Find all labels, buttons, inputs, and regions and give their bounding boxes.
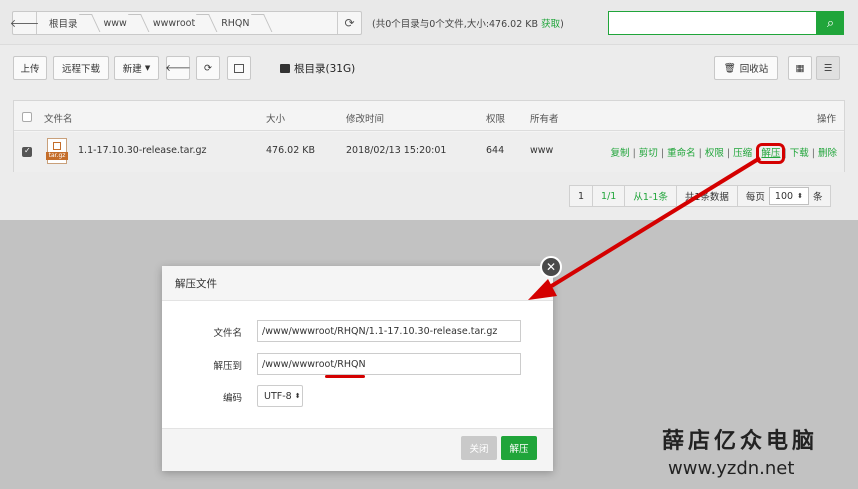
- crumb-wwwroot[interactable]: wwwroot: [141, 12, 209, 34]
- close-button[interactable]: 关闭: [461, 436, 497, 460]
- hdd-icon: [280, 64, 290, 73]
- encoding-value: UTF-8: [264, 390, 292, 402]
- file-perm[interactable]: 644: [486, 145, 504, 156]
- op-sep: |: [811, 148, 815, 159]
- page-range: 从1-1条: [624, 185, 677, 207]
- pagination: 1 1/1 从1-1条 共1条数据 每页 100 ⬍ 条: [569, 185, 832, 207]
- disk-label-text: 根目录(31G): [294, 63, 356, 75]
- per-page-select[interactable]: 100 ⬍: [768, 187, 809, 205]
- terminal-icon[interactable]: [227, 56, 251, 80]
- col-perm: 权限: [486, 114, 506, 125]
- grid-view-icon[interactable]: ▦: [788, 56, 812, 80]
- refresh-list-icon[interactable]: ⟳: [196, 56, 220, 80]
- file-name[interactable]: 1.1-17.10.30-release.tar.gz: [78, 145, 207, 156]
- op-sep: |: [783, 148, 787, 159]
- table-header: 文件名 大小 修改时间 权限 所有者 操作: [14, 101, 844, 131]
- op-sep: |: [755, 148, 759, 159]
- per-page-unit: 条: [812, 192, 823, 203]
- dest-label: 解压到: [213, 361, 242, 372]
- stepper-icon: ⬍: [797, 192, 803, 200]
- file-type-tag: tar.gz: [46, 152, 68, 160]
- disk-label: 根目录(31G): [280, 61, 355, 76]
- op-sep: |: [632, 148, 636, 159]
- stepper-icon: ⬍: [294, 392, 301, 400]
- watermark-url: www.yzdn.net: [668, 458, 795, 479]
- dir-info-text: (共0个目录与0个文件,大小:476.02 KB: [372, 19, 539, 30]
- encoding-label: 编码: [222, 393, 242, 404]
- col-mtime[interactable]: 修改时间: [346, 111, 384, 125]
- per-page: 每页 100 ⬍ 条: [736, 185, 832, 207]
- list-view-icon[interactable]: ☰: [816, 56, 840, 80]
- file-size: 476.02 KB: [266, 145, 316, 156]
- watermark-name: 薛店亿众电脑: [662, 428, 819, 454]
- per-page-label: 每页: [745, 192, 765, 203]
- dir-info: (共0个目录与0个文件,大小:476.02 KB 获取): [372, 16, 564, 30]
- select-all-checkbox[interactable]: [22, 112, 32, 122]
- col-name[interactable]: 文件名: [44, 111, 73, 125]
- op-sep: |: [698, 148, 702, 159]
- filename-field[interactable]: [257, 320, 521, 342]
- op-delete[interactable]: 删除: [818, 148, 837, 159]
- divider: [0, 44, 858, 45]
- file-owner: www: [530, 145, 554, 156]
- per-page-value: 100: [774, 190, 794, 202]
- back-icon[interactable]: 🡐: [165, 56, 191, 80]
- get-size-link[interactable]: 获取: [541, 19, 560, 30]
- crumb-www[interactable]: www: [92, 12, 141, 34]
- refresh-icon[interactable]: ⟳: [337, 12, 361, 34]
- close-icon[interactable]: ✕: [540, 256, 562, 278]
- op-cut[interactable]: 剪切: [639, 148, 658, 159]
- search-icon[interactable]: ⌕: [817, 11, 844, 35]
- filename-label: 文件名: [213, 328, 242, 339]
- op-compress[interactable]: 压缩: [733, 148, 752, 159]
- table-row[interactable]: tar.gz 1.1-17.10.30-release.tar.gz 476.0…: [14, 132, 844, 172]
- back-arrow-icon[interactable]: 🡐: [10, 12, 39, 34]
- op-perm[interactable]: 权限: [705, 148, 724, 159]
- caret-down-icon: ▼: [144, 64, 151, 72]
- row-checkbox[interactable]: [22, 146, 32, 157]
- page-count: 1/1: [592, 185, 626, 207]
- crumb-rhqn[interactable]: RHQN: [209, 12, 263, 34]
- op-extract[interactable]: 解压: [756, 143, 786, 164]
- op-download[interactable]: 下载: [790, 148, 809, 159]
- col-size[interactable]: 大小: [266, 111, 285, 125]
- col-ops: 操作: [816, 114, 836, 125]
- new-label: 新建: [122, 64, 142, 75]
- breadcrumb: 🡐 根目录 www wwwroot RHQN ⟳: [10, 11, 362, 35]
- crumb-root[interactable]: 根目录: [37, 12, 92, 34]
- dest-field[interactable]: [257, 353, 521, 375]
- row-actions: 复制 | 剪切 | 重命名 | 权限 | 压缩 | 解压 | 下载 | 删除: [611, 143, 837, 164]
- extract-button[interactable]: 解压: [501, 436, 537, 460]
- archive-file-icon: tar.gz: [46, 138, 68, 164]
- page-total: 共1条数据: [675, 185, 738, 207]
- col-owner: 所有者: [530, 114, 559, 125]
- recycle-bin-button[interactable]: 🗑 回收站: [714, 56, 778, 80]
- op-sep: |: [726, 148, 731, 159]
- trash-icon: 🗑: [723, 62, 736, 74]
- file-table: 文件名 大小 修改时间 权限 所有者 操作 tar.gz 1.1-17.10.3…: [13, 100, 845, 172]
- upload-button[interactable]: 上传: [13, 56, 47, 80]
- annotation-underline: [325, 375, 365, 378]
- op-sep: |: [660, 148, 665, 159]
- dialog-title: 解压文件: [162, 266, 553, 301]
- search-input[interactable]: [608, 11, 817, 35]
- encoding-select[interactable]: UTF-8 ⬍: [257, 385, 303, 407]
- dir-info-end: ): [560, 19, 564, 30]
- op-rename[interactable]: 重命名: [667, 148, 696, 159]
- archive-zip-mark: [53, 142, 61, 150]
- remote-download-button[interactable]: 远程下载: [53, 56, 109, 80]
- op-copy[interactable]: 复制: [611, 148, 630, 159]
- page-first[interactable]: 1: [569, 185, 594, 207]
- recycle-label: 回收站: [739, 64, 769, 75]
- new-button[interactable]: 新建 ▼: [114, 56, 159, 80]
- file-mtime: 2018/02/13 15:20:01: [346, 145, 447, 156]
